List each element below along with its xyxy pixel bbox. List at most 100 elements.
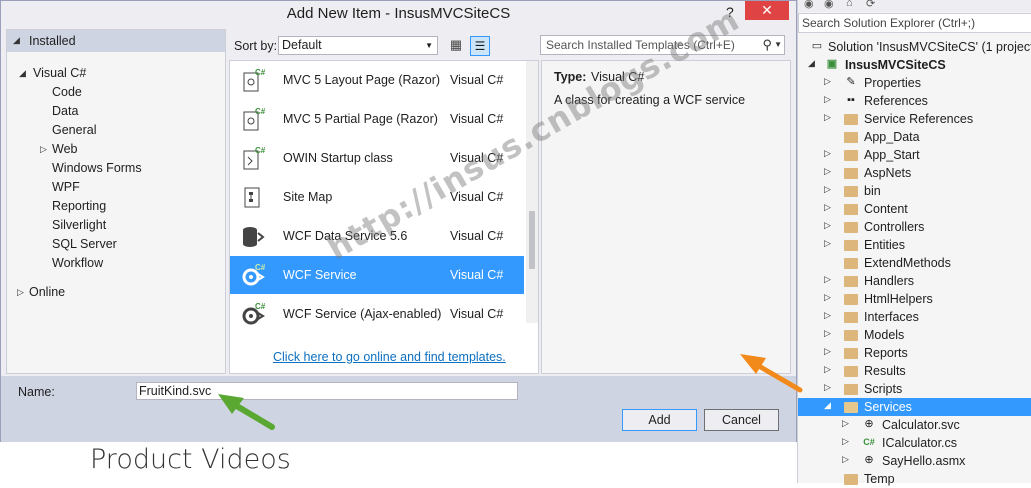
expand-arrow-icon[interactable]: ▷: [17, 287, 24, 298]
expand-arrow-icon[interactable]: ▷: [824, 112, 831, 123]
se-node-calculator-svc[interactable]: ▷ ⊕ Calculator.svc: [798, 416, 1031, 434]
expand-arrow-icon[interactable]: ▷: [842, 418, 849, 429]
tree-item-reporting[interactable]: Reporting: [52, 199, 106, 213]
template-row[interactable]: C# WCF Service (Ajax-enabled) Visual C#: [230, 295, 524, 333]
se-node-references[interactable]: ▷ ▪▪ References: [798, 92, 1031, 110]
collapse-arrow-icon[interactable]: ◢: [19, 68, 26, 79]
template-row-selected[interactable]: C# WCF Service Visual C#: [230, 256, 524, 294]
se-project-node[interactable]: ◢ ▣ InsusMVCSiteCS: [798, 56, 1031, 74]
collapse-arrow-icon[interactable]: ◢: [808, 58, 815, 69]
dialog-title-bar[interactable]: Add New Item - InsusMVCSiteCS ? ✕: [1, 1, 796, 27]
se-node-bin[interactable]: ▷ bin: [798, 182, 1031, 200]
expand-arrow-icon[interactable]: ▷: [824, 382, 831, 393]
search-icon[interactable]: ⚲: [762, 36, 772, 54]
tree-item-sql-server[interactable]: SQL Server: [52, 237, 117, 251]
expand-arrow-icon[interactable]: ▷: [824, 274, 831, 285]
collapse-arrow-icon[interactable]: ◢: [13, 35, 20, 46]
folder-icon: [844, 384, 858, 395]
se-item-label: App_Start: [864, 148, 920, 162]
dropdown-arrow-icon: ▼: [425, 41, 433, 50]
tree-item-general[interactable]: General: [52, 123, 96, 137]
folder-icon: [844, 186, 858, 197]
expand-arrow-icon[interactable]: ▷: [824, 328, 831, 339]
solution-explorer-search-input[interactable]: Search Solution Explorer (Ctrl+;): [798, 13, 1031, 33]
template-row[interactable]: C# MVC 5 Partial Page (Razor) Visual C#: [230, 100, 524, 138]
tree-item-data[interactable]: Data: [52, 104, 78, 118]
sort-by-dropdown[interactable]: Default ▼: [278, 36, 438, 55]
template-row[interactable]: C# MVC 5 Layout Page (Razor) Visual C#: [230, 61, 524, 99]
expand-arrow-icon[interactable]: ▷: [824, 238, 831, 249]
forward-icon[interactable]: ◉: [824, 0, 834, 10]
folder-icon: [844, 294, 858, 305]
se-node-sayhello-asmx[interactable]: ▷ ⊕ SayHello.asmx: [798, 452, 1031, 470]
expand-arrow-icon[interactable]: ▷: [824, 166, 831, 177]
solution-explorer-toolbar: ◉ ◉ ⌂ ⟳: [798, 0, 1031, 12]
home-icon[interactable]: ⌂: [846, 0, 853, 9]
folder-icon: [844, 330, 858, 341]
se-node-results[interactable]: ▷ Results: [798, 362, 1031, 380]
template-language: Visual C#: [450, 268, 504, 282]
tree-item-web[interactable]: Web: [52, 142, 77, 156]
tree-item-wpf[interactable]: WPF: [52, 180, 80, 194]
se-node-controllers[interactable]: ▷ Controllers: [798, 218, 1031, 236]
expand-arrow-icon[interactable]: ▷: [824, 76, 831, 87]
se-node-interfaces[interactable]: ▷ Interfaces: [798, 308, 1031, 326]
tree-item-silverlight[interactable]: Silverlight: [52, 218, 106, 232]
expand-arrow-icon[interactable]: ▷: [824, 310, 831, 321]
expand-arrow-icon[interactable]: ▷: [824, 346, 831, 357]
se-node-entities[interactable]: ▷ Entities: [798, 236, 1031, 254]
find-templates-online-link[interactable]: Click here to go online and find templat…: [273, 350, 506, 364]
template-list-scrollbar[interactable]: [526, 61, 538, 323]
se-node-temp[interactable]: Temp: [798, 470, 1031, 488]
se-node-handlers[interactable]: ▷ Handlers: [798, 272, 1031, 290]
expand-arrow-icon[interactable]: ▷: [842, 454, 849, 465]
se-node-icalculator-cs[interactable]: ▷ C# ICalculator.cs: [798, 434, 1031, 452]
se-item-label: SayHello.asmx: [882, 454, 966, 468]
se-node-content[interactable]: ▷ Content: [798, 200, 1031, 218]
expand-arrow-icon[interactable]: ▷: [824, 292, 831, 303]
se-node-htmlhelpers[interactable]: ▷ HtmlHelpers: [798, 290, 1031, 308]
tree-item-code[interactable]: Code: [52, 85, 82, 99]
grid-view-icon[interactable]: ▦: [447, 36, 465, 54]
expand-arrow-icon[interactable]: ▷: [824, 148, 831, 159]
expand-arrow-icon[interactable]: ▷: [824, 220, 831, 231]
tree-item-workflow[interactable]: Workflow: [52, 256, 103, 270]
se-node-extendmethods[interactable]: ExtendMethods: [798, 254, 1031, 272]
se-node-reports[interactable]: ▷ Reports: [798, 344, 1031, 362]
se-node-models[interactable]: ▷ Models: [798, 326, 1031, 344]
template-name: MVC 5 Partial Page (Razor): [283, 112, 438, 126]
se-item-label: bin: [864, 184, 881, 198]
cancel-button[interactable]: Cancel: [704, 409, 779, 431]
sync-icon[interactable]: ⟳: [866, 0, 875, 10]
scrollbar-thumb[interactable]: [529, 211, 535, 269]
se-node-app-data[interactable]: App_Data: [798, 128, 1031, 146]
installed-header[interactable]: ◢ Installed: [7, 30, 225, 52]
expand-arrow-icon[interactable]: ▷: [824, 94, 831, 105]
tree-item-windows-forms[interactable]: Windows Forms: [52, 161, 142, 175]
tree-visual-csharp[interactable]: Visual C#: [33, 66, 86, 80]
expand-arrow-icon[interactable]: ▷: [842, 436, 849, 447]
se-node-services[interactable]: ◢ Services: [798, 398, 1031, 416]
collapse-arrow-icon[interactable]: ◢: [824, 400, 831, 411]
se-node-properties[interactable]: ▷ ✎ Properties: [798, 74, 1031, 92]
back-icon[interactable]: ◉: [804, 0, 814, 10]
search-dropdown-icon[interactable]: ▼: [774, 36, 782, 54]
se-solution-node[interactable]: ▭ Solution 'InsusMVCSiteCS' (1 project): [798, 38, 1031, 56]
se-node-app-start[interactable]: ▷ App_Start: [798, 146, 1031, 164]
svg-text:C#: C#: [255, 146, 266, 155]
se-item-label: Calculator.svc: [882, 418, 960, 432]
expand-arrow-icon[interactable]: ▷: [40, 144, 47, 155]
svg-text:C#: C#: [255, 263, 266, 272]
list-view-icon[interactable]: ☰: [470, 36, 490, 56]
se-node-aspnets[interactable]: ▷ AspNets: [798, 164, 1031, 182]
se-item-label: AspNets: [864, 166, 912, 180]
se-node-scripts[interactable]: ▷ Scripts: [798, 380, 1031, 398]
expand-arrow-icon[interactable]: ▷: [824, 184, 831, 195]
add-button[interactable]: Add: [622, 409, 697, 431]
tree-item-online[interactable]: Online: [29, 285, 65, 299]
se-node-service-references[interactable]: ▷ Service References: [798, 110, 1031, 128]
item-name-input[interactable]: FruitKind.svc: [136, 382, 518, 400]
close-button[interactable]: ✕: [745, 1, 789, 20]
expand-arrow-icon[interactable]: ▷: [824, 202, 831, 213]
expand-arrow-icon[interactable]: ▷: [824, 364, 831, 375]
